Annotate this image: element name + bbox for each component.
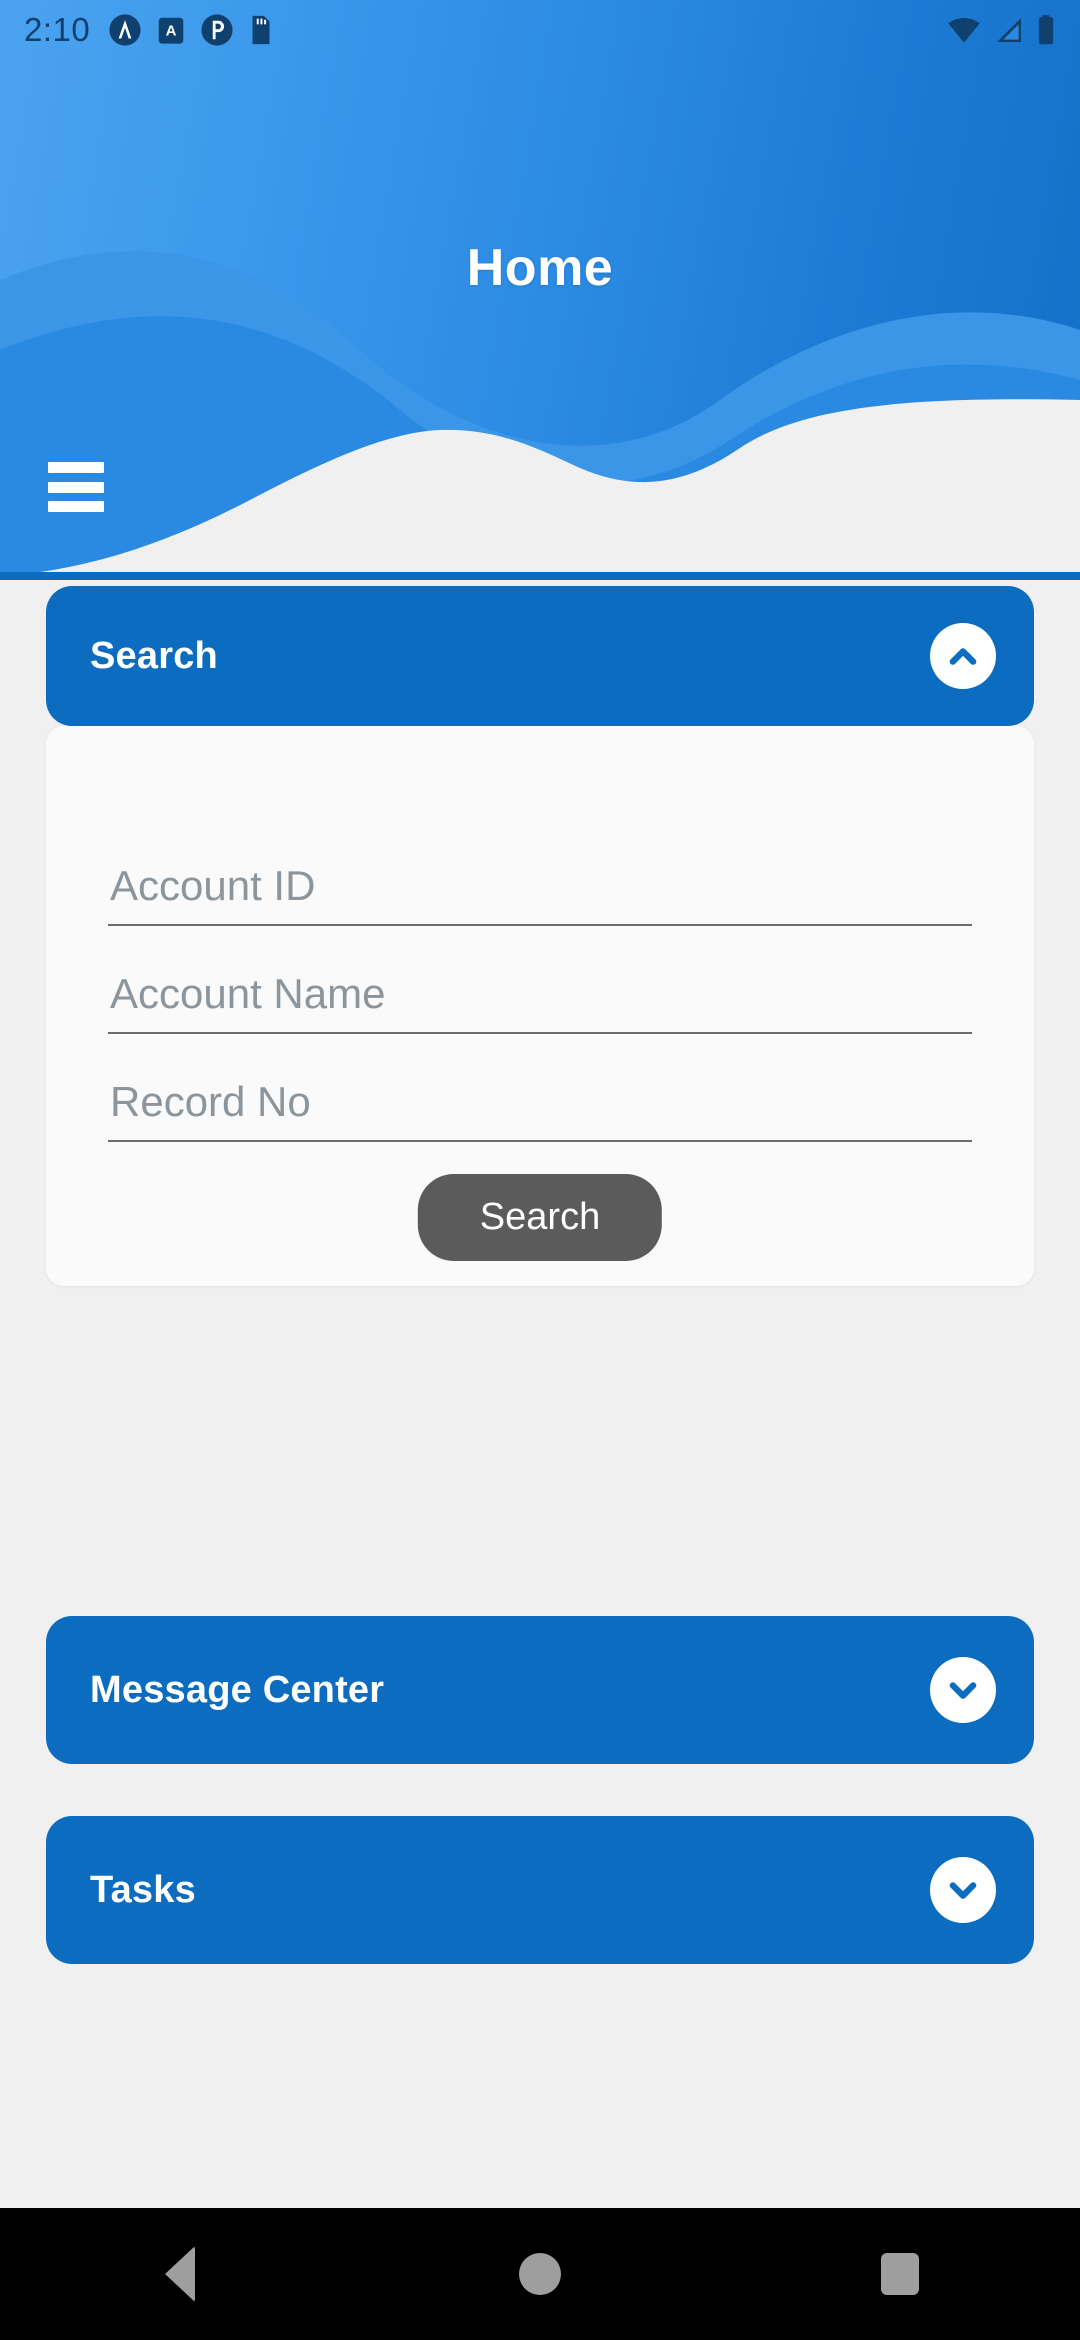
status-bar: 2:10 A bbox=[0, 0, 1080, 60]
hamburger-bar-3 bbox=[48, 501, 104, 512]
notification-circle-a-icon bbox=[109, 14, 141, 46]
panel-title-message-center: Message Center bbox=[90, 1668, 385, 1711]
chevron-up-icon[interactable] bbox=[930, 623, 996, 689]
search-form-card: Search bbox=[46, 726, 1034, 1286]
back-triangle-icon bbox=[165, 2246, 195, 2302]
panel-header-tasks[interactable]: Tasks bbox=[46, 1816, 1034, 1964]
svg-text:A: A bbox=[166, 22, 177, 39]
wifi-icon bbox=[948, 18, 980, 43]
notification-circle-p-icon bbox=[201, 14, 233, 46]
hamburger-bar-1 bbox=[48, 462, 104, 473]
panel-title-tasks: Tasks bbox=[90, 1868, 196, 1911]
status-bar-clock: 2:10 bbox=[24, 11, 91, 48]
cellular-signal-icon bbox=[997, 18, 1021, 42]
status-bar-notification-icons: A bbox=[108, 13, 274, 47]
chevron-down-icon[interactable] bbox=[930, 1657, 996, 1723]
field-account-name bbox=[108, 970, 972, 1034]
sd-card-icon bbox=[252, 15, 270, 45]
android-navigation-bar bbox=[0, 2208, 1080, 2340]
hamburger-menu-icon[interactable] bbox=[48, 460, 106, 514]
wave-base-strip bbox=[0, 572, 1080, 580]
search-submit-button[interactable]: Search bbox=[417, 1174, 663, 1261]
field-record-no bbox=[108, 1078, 972, 1142]
chevron-down-glyph bbox=[949, 1682, 977, 1699]
search-input-account-id[interactable] bbox=[108, 862, 972, 926]
panel-header-message-center[interactable]: Message Center bbox=[46, 1616, 1034, 1764]
home-circle-icon bbox=[519, 2253, 561, 2295]
page-title: Home bbox=[466, 239, 614, 297]
search-input-account-name[interactable] bbox=[108, 970, 972, 1034]
nav-home-button[interactable] bbox=[460, 2208, 620, 2340]
app-screen: Home 2:10 A Search Account ID Account Na… bbox=[0, 0, 1080, 2340]
hamburger-bar-2 bbox=[48, 481, 104, 493]
search-input-record-no[interactable] bbox=[108, 1078, 972, 1142]
nav-recents-button[interactable] bbox=[820, 2208, 980, 2340]
battery-icon bbox=[1038, 15, 1054, 45]
notification-square-a-icon: A bbox=[158, 17, 184, 44]
nav-back-button[interactable] bbox=[100, 2208, 260, 2340]
chevron-up-glyph bbox=[949, 648, 977, 665]
app-header: Home bbox=[0, 0, 1080, 580]
field-account-id bbox=[108, 862, 972, 926]
panel-title-search: Search bbox=[90, 634, 218, 677]
chevron-down-glyph bbox=[949, 1882, 977, 1899]
chevron-down-icon[interactable] bbox=[930, 1857, 996, 1923]
panel-header-search[interactable]: Search bbox=[46, 586, 1034, 726]
status-bar-system-icons bbox=[946, 14, 1056, 46]
recents-square-icon bbox=[881, 2253, 919, 2295]
